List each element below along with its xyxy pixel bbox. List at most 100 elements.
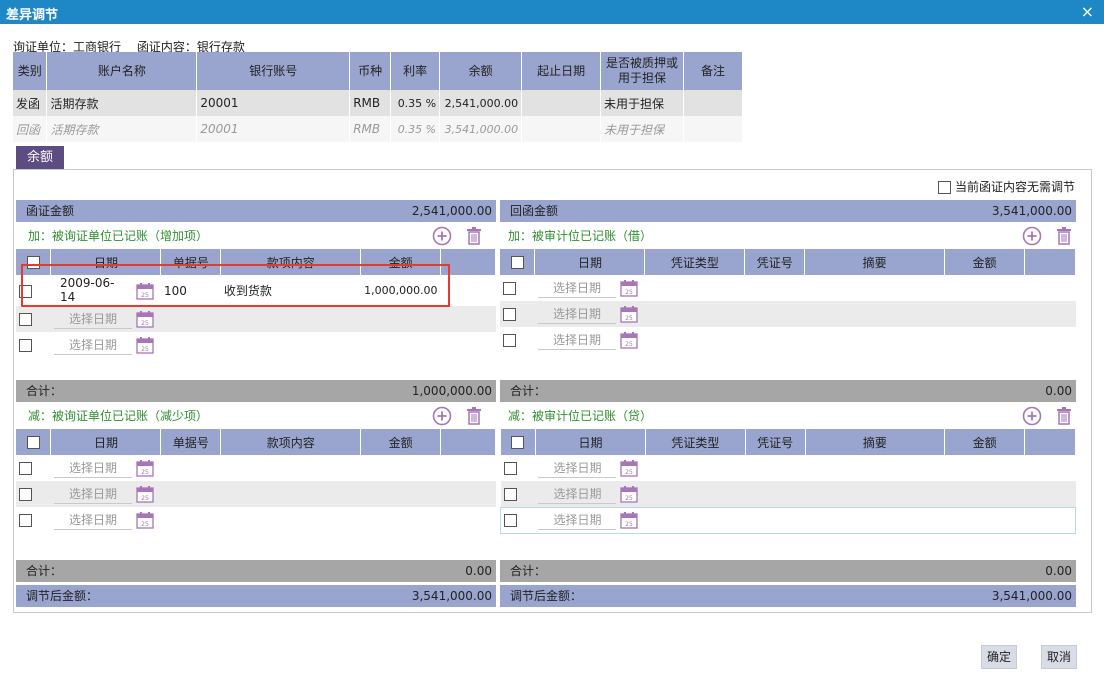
voucher-no-cell[interactable] <box>745 481 806 507</box>
table-row: 选择日期 25 <box>500 327 1076 353</box>
no-adjust-checkbox[interactable] <box>937 181 951 194</box>
amount-cell[interactable] <box>945 327 1025 353</box>
doc-cell[interactable] <box>161 332 221 358</box>
calendar-icon[interactable]: 25 <box>620 485 639 503</box>
content-cell[interactable] <box>221 332 361 358</box>
date-input[interactable]: 选择日期 <box>537 278 616 298</box>
row-checkbox[interactable] <box>19 313 32 326</box>
voucher-no-cell[interactable] <box>745 506 806 534</box>
voucher-type-cell[interactable] <box>645 275 745 301</box>
row-checkbox[interactable] <box>19 488 32 501</box>
doc-cell[interactable] <box>161 455 221 481</box>
row-checkbox[interactable] <box>503 308 516 321</box>
summary-cell[interactable] <box>805 506 945 534</box>
row-checkbox[interactable] <box>503 282 516 295</box>
summary-cell[interactable] <box>805 481 945 507</box>
blank-cell <box>1025 275 1076 301</box>
col-summary: 摘要 <box>805 429 946 455</box>
blank-cell <box>441 332 496 358</box>
select-all-checkbox[interactable] <box>26 436 40 449</box>
content-cell[interactable] <box>221 455 361 481</box>
trash-icon[interactable] <box>464 406 484 426</box>
date-input[interactable]: 选择日期 <box>538 484 617 504</box>
amount-cell[interactable] <box>944 301 1025 327</box>
voucher-type-cell[interactable] <box>645 481 746 507</box>
voucher-no-cell[interactable] <box>745 455 805 481</box>
date-input[interactable]: 选择日期 <box>538 510 617 530</box>
cell-account: 20001 <box>196 90 351 116</box>
select-all-checkbox[interactable] <box>511 436 525 449</box>
voucher-no-cell[interactable] <box>745 275 805 301</box>
voucher-type-cell[interactable] <box>644 301 745 327</box>
row-checkbox[interactable] <box>19 339 32 352</box>
date-input[interactable]: 选择日期 <box>53 335 132 355</box>
blank-cell <box>440 481 496 507</box>
row-checkbox[interactable] <box>19 514 32 527</box>
content-cell[interactable] <box>220 306 361 332</box>
summary-cell[interactable] <box>805 455 945 481</box>
amount-cell[interactable] <box>360 481 441 507</box>
voucher-type-cell[interactable] <box>645 327 745 353</box>
amount-cell[interactable] <box>944 481 1025 507</box>
content-cell[interactable] <box>220 481 361 507</box>
date-input[interactable]: 选择日期 <box>537 304 616 324</box>
voucher-no-cell[interactable] <box>745 327 805 353</box>
amount-cell[interactable] <box>945 455 1025 481</box>
voucher-no-cell[interactable] <box>744 301 805 327</box>
calendar-icon[interactable]: 25 <box>136 511 154 529</box>
row-checkbox-cell <box>500 481 536 507</box>
trash-icon[interactable] <box>1054 226 1074 246</box>
row-checkbox[interactable] <box>504 514 517 527</box>
close-icon[interactable]: × <box>1081 2 1094 21</box>
row-checkbox[interactable] <box>503 462 517 475</box>
amount-cell[interactable] <box>944 506 1025 534</box>
calendar-icon[interactable]: 25 <box>620 305 638 323</box>
add-icon[interactable] <box>432 406 452 426</box>
doc-cell[interactable] <box>161 507 221 533</box>
amount-cell[interactable] <box>945 275 1025 301</box>
summary-cell[interactable] <box>804 301 945 327</box>
summary-cell[interactable] <box>805 275 945 301</box>
calendar-icon[interactable]: 25 <box>620 279 638 297</box>
calendar-icon[interactable]: 25 <box>136 336 154 354</box>
voucher-type-cell[interactable] <box>645 506 746 534</box>
calendar-icon[interactable]: 25 <box>136 310 154 328</box>
date-cell: 选择日期 25 <box>534 301 645 327</box>
date-input[interactable]: 选择日期 <box>53 458 132 478</box>
calendar-icon[interactable]: 25 <box>620 511 639 529</box>
date-input[interactable]: 选择日期 <box>53 484 132 504</box>
date-input[interactable]: 选择日期 <box>538 458 617 478</box>
calendar-icon[interactable]: 25 <box>620 459 639 477</box>
right-add-total-value: 0.00 <box>1045 384 1072 398</box>
col-voucher-no: 凭证号 <box>745 429 806 455</box>
no-adjust-option[interactable]: 当前函证内容无需调节 <box>937 178 1075 195</box>
add-icon[interactable] <box>1022 406 1042 426</box>
calendar-icon[interactable]: 25 <box>620 331 638 349</box>
select-all-checkbox[interactable] <box>510 256 524 269</box>
ok-button[interactable]: 确定 <box>981 645 1018 669</box>
date-input[interactable]: 选择日期 <box>53 510 132 530</box>
amount-cell[interactable] <box>361 455 441 481</box>
voucher-type-cell[interactable] <box>645 455 745 481</box>
doc-cell[interactable] <box>160 306 221 332</box>
add-icon[interactable] <box>1022 226 1042 246</box>
amount-cell[interactable] <box>360 306 441 332</box>
summary-cell[interactable] <box>805 327 945 353</box>
trash-icon[interactable] <box>1054 406 1074 426</box>
calendar-icon[interactable]: 25 <box>136 459 154 477</box>
date-input[interactable]: 选择日期 <box>53 309 132 329</box>
row-checkbox[interactable] <box>503 487 517 501</box>
date-input[interactable]: 选择日期 <box>537 330 616 350</box>
amount-cell[interactable] <box>361 332 441 358</box>
row-checkbox[interactable] <box>503 334 516 347</box>
account-table: 类别 账户名称 银行账号 币种 利率 余额 起止日期 是否被质押或用于担保 备注… <box>13 52 744 142</box>
row-checkbox[interactable] <box>19 462 32 475</box>
calendar-icon[interactable]: 25 <box>136 485 154 503</box>
cancel-button[interactable]: 取消 <box>1041 645 1078 669</box>
trash-icon[interactable] <box>464 226 484 246</box>
add-icon[interactable] <box>432 226 452 246</box>
amount-cell[interactable] <box>361 507 441 533</box>
tab-balance[interactable]: 余额 <box>16 146 64 170</box>
doc-cell[interactable] <box>160 481 221 507</box>
content-cell[interactable] <box>221 507 361 533</box>
